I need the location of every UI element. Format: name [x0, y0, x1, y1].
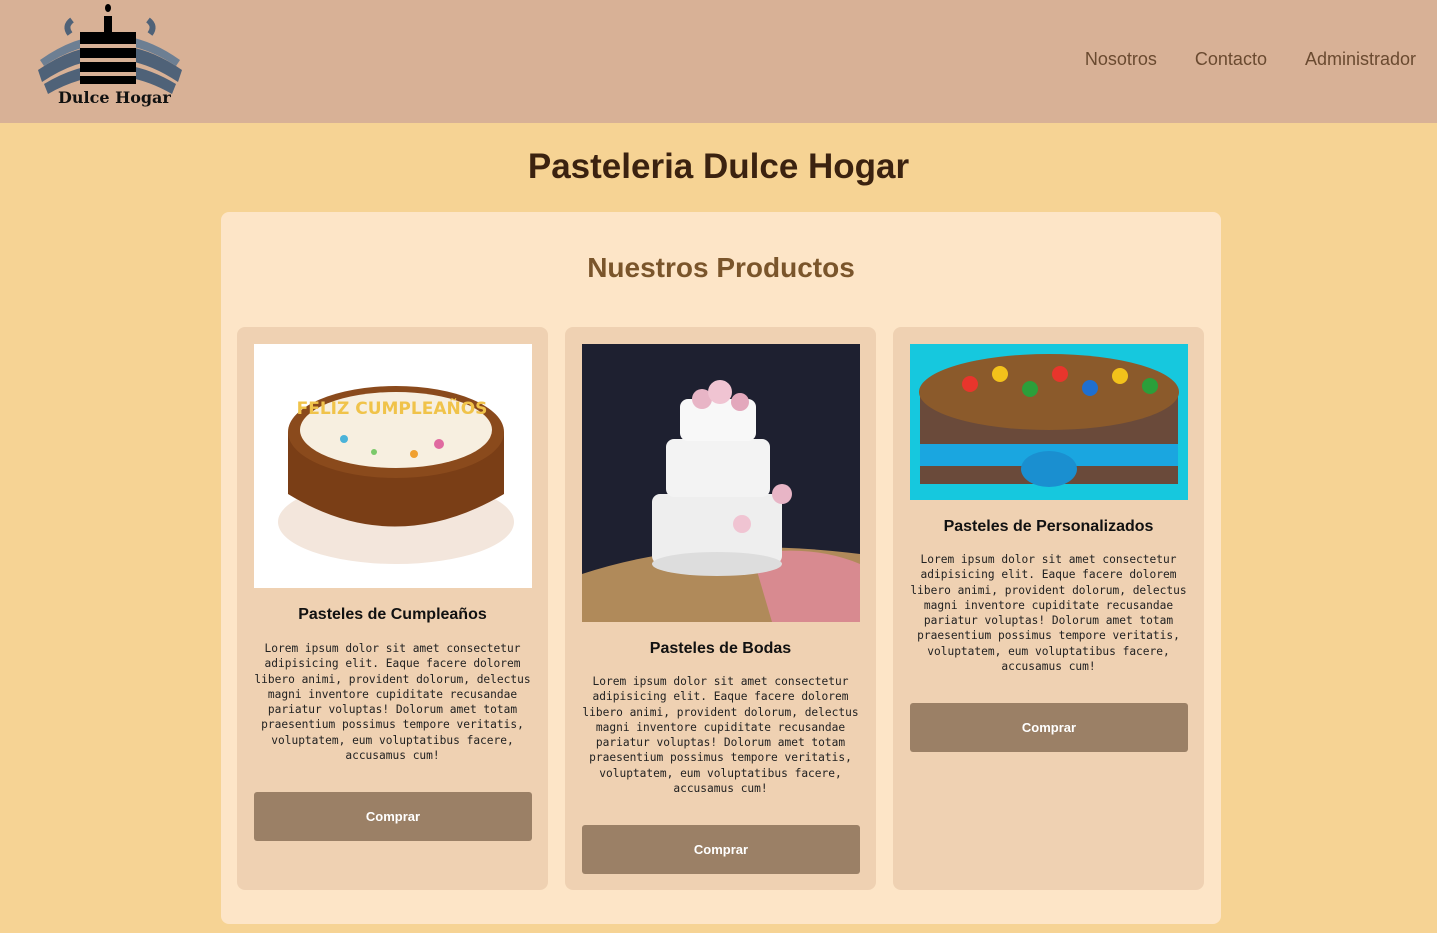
product-card-bodas: Pasteles de Bodas Lorem ipsum dolor sit … [565, 327, 876, 890]
brand-name: Dulce Hogar [58, 88, 171, 107]
product-description: Lorem ipsum dolor sit amet consectetur a… [582, 675, 859, 796]
site-header: Dulce Hogar Nosotros Contacto Administra… [0, 0, 1437, 123]
product-name: Pasteles de Personalizados [943, 518, 1154, 535]
nav-link-administrador[interactable]: Administrador [1305, 49, 1416, 70]
section-title: Nuestros Productos [587, 252, 855, 283]
main-nav: Nosotros Contacto Administrador [1047, 49, 1416, 70]
product-name: Pasteles de Bodas [649, 640, 792, 657]
buy-button[interactable]: Comprar [582, 825, 860, 874]
product-card-personalizados: Pasteles de Personalizados Lorem ipsum d… [893, 327, 1204, 890]
product-image-custom-cake[interactable] [910, 344, 1188, 500]
product-image-wedding-cake[interactable] [582, 344, 860, 622]
products-section: Nuestros Productos FELIZ CUMPLEAÑOS Past… [221, 212, 1221, 924]
buy-button[interactable]: Comprar [910, 703, 1188, 752]
product-card-cumpleanos: FELIZ CUMPLEAÑOS Pasteles de Cumpleaños … [237, 327, 548, 890]
product-description: Lorem ipsum dolor sit amet consectetur a… [254, 642, 531, 763]
buy-button[interactable]: Comprar [254, 792, 532, 841]
page-title: Pasteleria Dulce Hogar [527, 147, 910, 186]
nav-link-nosotros[interactable]: Nosotros [1085, 49, 1157, 70]
product-image-birthday-cake[interactable]: FELIZ CUMPLEAÑOS [254, 344, 532, 588]
brand-logo[interactable]: Dulce Hogar [30, 0, 190, 112]
product-description: Lorem ipsum dolor sit amet consectetur a… [910, 553, 1187, 674]
cake-text-feliz: FELIZ CUMPLEAÑOS [297, 396, 488, 419]
nav-link-contacto[interactable]: Contacto [1195, 49, 1267, 70]
product-name: Pasteles de Cumpleaños [298, 606, 487, 623]
